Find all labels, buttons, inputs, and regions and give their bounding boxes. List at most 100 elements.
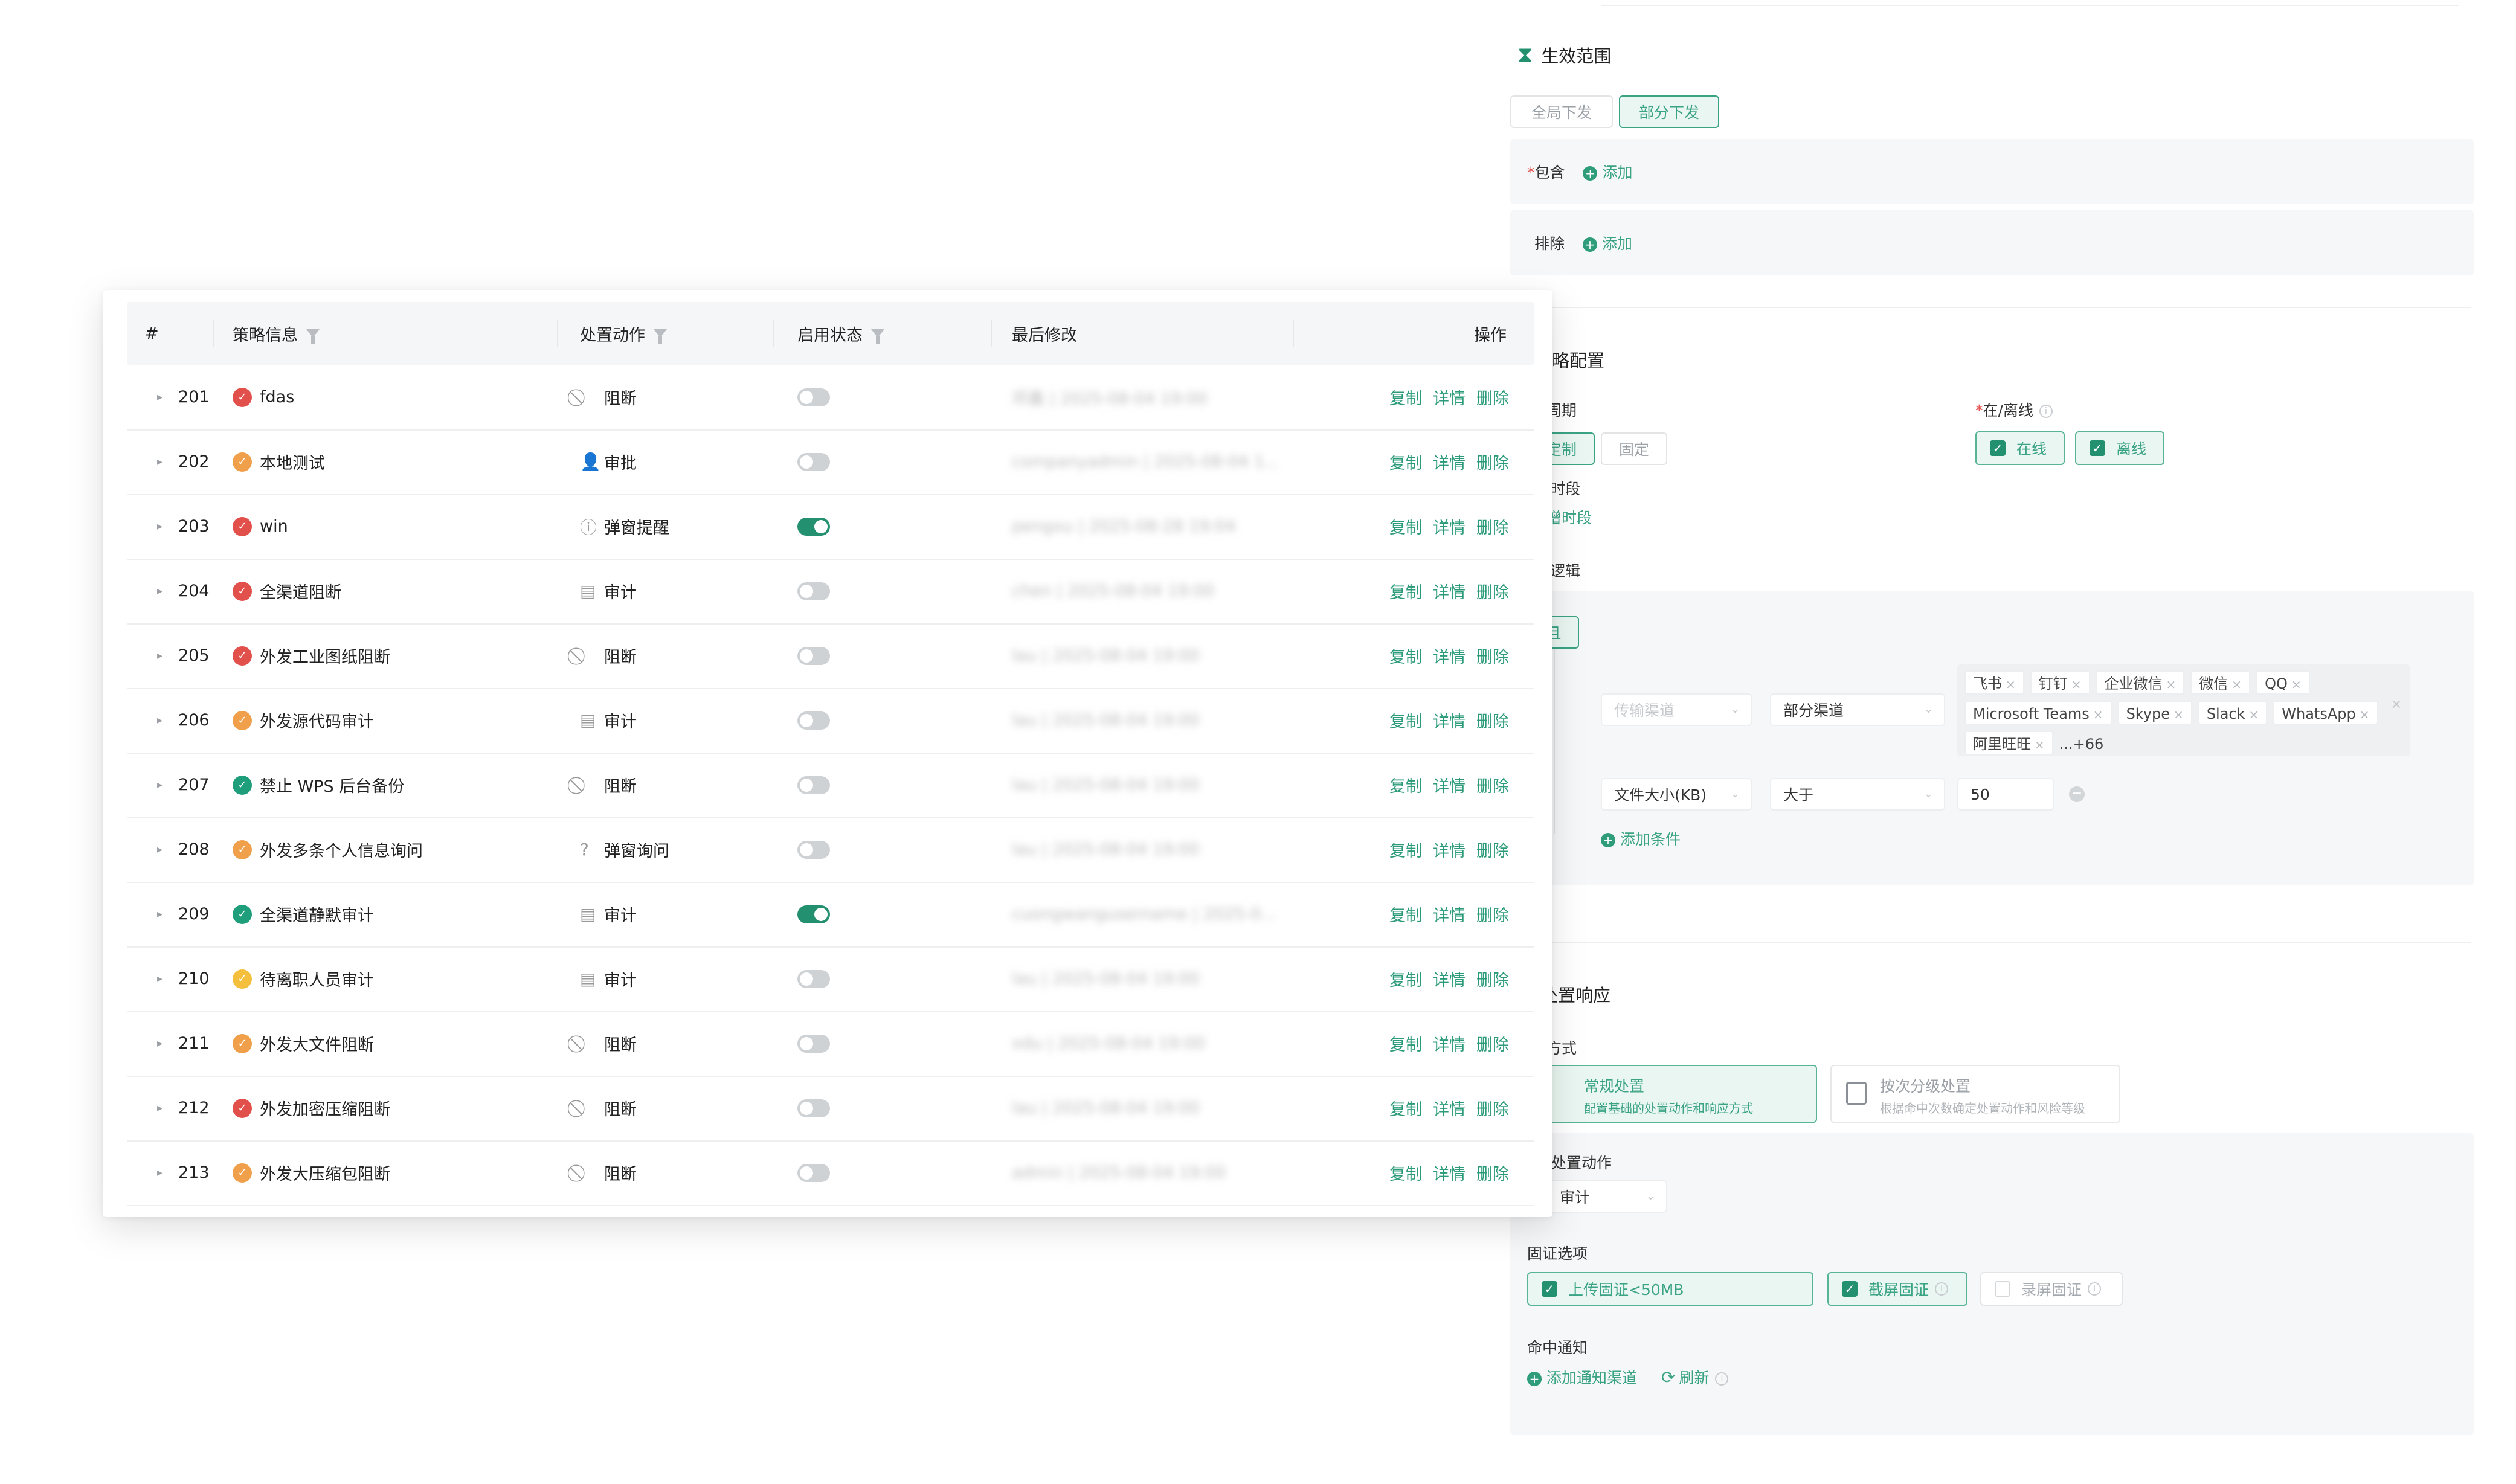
action-select[interactable]: 审计 ⌄ bbox=[1546, 1180, 1667, 1213]
filter-icon[interactable] bbox=[871, 329, 884, 344]
table-row[interactable]: ▸ 204 ✓ 全渠道阻断 ▤ 审计 chen | 2025-08-04 19:00 复制 详情… bbox=[127, 559, 1534, 625]
detail-link[interactable]: 详情 bbox=[1433, 644, 1466, 667]
channel-tag[interactable]: Skype × bbox=[2117, 701, 2192, 725]
channel-tags[interactable]: 飞书 × 钉钉 × 企业微信 × 微信 × QQ × Microsoft Teams × Skype × S… bbox=[1957, 664, 2410, 756]
copy-link[interactable]: 复制 bbox=[1389, 515, 1422, 538]
policy-name[interactable]: 外发多条个人信息询问 bbox=[260, 817, 423, 882]
detail-link[interactable]: 详情 bbox=[1433, 1161, 1466, 1184]
detail-link[interactable]: 详情 bbox=[1433, 708, 1466, 732]
enable-toggle[interactable] bbox=[797, 429, 830, 494]
method-card-normal[interactable]: 常规处置 配置基础的处置动作和响应方式 bbox=[1534, 1065, 1817, 1123]
policy-name[interactable]: 外发源代码审计 bbox=[260, 688, 374, 753]
channel-tag[interactable]: Microsoft Teams × bbox=[1964, 701, 2112, 725]
enable-toggle[interactable] bbox=[797, 494, 830, 559]
delete-link[interactable]: 删除 bbox=[1476, 385, 1509, 409]
include-add-button[interactable]: + 添加 bbox=[1583, 164, 1632, 181]
delete-link[interactable]: 删除 bbox=[1476, 644, 1509, 667]
table-row[interactable]: ▸ 208 ✓ 外发多条个人信息询问? 弹窗询问 lau | 2025-08-04 19:… bbox=[127, 817, 1534, 883]
policy-name[interactable]: win bbox=[260, 494, 288, 559]
expand-caret-icon[interactable]: ▸ bbox=[157, 753, 162, 817]
copy-link[interactable]: 复制 bbox=[1389, 644, 1422, 667]
delete-link[interactable]: 删除 bbox=[1476, 838, 1509, 861]
table-row[interactable]: ▸205✓外发工业图纸阻断⃠阻断lau | 2025-08-04 19:00复制… bbox=[127, 623, 1534, 689]
detail-link[interactable]: 详情 bbox=[1433, 838, 1466, 861]
enable-toggle[interactable] bbox=[797, 623, 830, 688]
table-row[interactable]: ▸211✓外发大文件阻断⃠阻断xdu | 2025-08-04 19:00复制详… bbox=[127, 1011, 1534, 1077]
channel-tag[interactable]: 企业微信 × bbox=[2096, 670, 2185, 695]
detail-link[interactable]: 详情 bbox=[1433, 450, 1466, 474]
enable-toggle[interactable] bbox=[797, 688, 830, 753]
more-tags-count[interactable]: ...+66 bbox=[2059, 736, 2104, 753]
channel-tag[interactable]: 阿里旺旺 × bbox=[1964, 731, 2053, 755]
expand-caret-icon[interactable]: ▸ bbox=[157, 494, 162, 559]
table-row[interactable]: ▸207✓禁止 WPS 后台备份⃠阻断lau | 2025-08-04 19:0… bbox=[127, 753, 1534, 818]
remove-condition-icon[interactable]: − bbox=[2069, 786, 2085, 802]
expand-caret-icon[interactable]: ▸ bbox=[157, 946, 162, 1011]
copy-link[interactable]: 复制 bbox=[1389, 1096, 1422, 1120]
close-icon[interactable]: × bbox=[2071, 677, 2082, 692]
online-checkbox[interactable]: ✓ 在线 bbox=[1975, 431, 2065, 465]
policy-name[interactable]: 外发加密压缩阻断 bbox=[260, 1076, 390, 1140]
enable-toggle[interactable] bbox=[797, 946, 830, 1011]
condition-operator-select[interactable]: 大于 ⌄ bbox=[1770, 778, 1945, 811]
detail-link[interactable]: 详情 bbox=[1433, 902, 1466, 926]
channel-tag[interactable]: WhatsApp × bbox=[2273, 701, 2378, 725]
detail-link[interactable]: 详情 bbox=[1433, 579, 1466, 603]
delete-link[interactable]: 删除 bbox=[1476, 579, 1509, 603]
detail-link[interactable]: 详情 bbox=[1433, 1032, 1466, 1055]
table-row[interactable]: ▸213✓外发大压缩包阻断⃠阻断admin | 2025-08-04 19:00… bbox=[127, 1140, 1534, 1206]
channel-tag[interactable]: 飞书 × bbox=[1964, 670, 2024, 695]
copy-link[interactable]: 复制 bbox=[1389, 450, 1422, 474]
table-row[interactable]: ▸ 206 ✓ 外发源代码审计 ▤ 审计 lau | 2025-08-04 19:00 复制详… bbox=[127, 688, 1534, 754]
refresh-button[interactable]: ⟳ 刷新 i bbox=[1661, 1366, 1729, 1388]
delete-link[interactable]: 删除 bbox=[1476, 515, 1509, 538]
delete-link[interactable]: 删除 bbox=[1476, 773, 1509, 797]
delete-link[interactable]: 删除 bbox=[1476, 902, 1509, 926]
copy-link[interactable]: 复制 bbox=[1389, 385, 1422, 409]
enable-toggle[interactable] bbox=[797, 1076, 830, 1140]
channel-tag[interactable]: Slack × bbox=[2198, 701, 2268, 725]
copy-link[interactable]: 复制 bbox=[1389, 902, 1422, 926]
expand-caret-icon[interactable]: ▸ bbox=[157, 559, 162, 623]
close-icon[interactable]: × bbox=[2006, 677, 2016, 692]
detail-link[interactable]: 详情 bbox=[1433, 385, 1466, 409]
policy-name[interactable]: 禁止 WPS 后台备份 bbox=[260, 753, 404, 817]
filter-icon[interactable] bbox=[654, 329, 667, 344]
close-icon[interactable]: × bbox=[2093, 707, 2103, 722]
clear-icon[interactable]: × bbox=[2391, 697, 2402, 712]
detail-link[interactable]: 详情 bbox=[1433, 773, 1466, 797]
header-action[interactable]: 处置动作 bbox=[580, 302, 667, 365]
close-icon[interactable]: × bbox=[2166, 677, 2177, 692]
copy-link[interactable]: 复制 bbox=[1389, 1161, 1422, 1184]
delete-link[interactable]: 删除 bbox=[1476, 1161, 1509, 1184]
evidence-screenshot-checkbox[interactable]: ✓ 截屏固证 i bbox=[1827, 1272, 1967, 1306]
copy-link[interactable]: 复制 bbox=[1389, 838, 1422, 861]
expand-caret-icon[interactable]: ▸ bbox=[157, 688, 162, 753]
condition-field-select[interactable]: 文件大小(KB) ⌄ bbox=[1601, 778, 1752, 811]
enable-toggle[interactable] bbox=[797, 817, 830, 882]
channel-tag[interactable]: 微信 × bbox=[2190, 670, 2251, 695]
expand-caret-icon[interactable]: ▸ bbox=[157, 1076, 162, 1140]
header-status[interactable]: 启用状态 bbox=[797, 302, 884, 365]
copy-link[interactable]: 复制 bbox=[1389, 773, 1422, 797]
enable-toggle[interactable] bbox=[797, 1140, 830, 1205]
condition-value-input[interactable]: 50 bbox=[1957, 778, 2054, 811]
detail-link[interactable]: 详情 bbox=[1433, 515, 1466, 538]
policy-name[interactable]: 待离职人员审计 bbox=[260, 946, 374, 1011]
table-row[interactable]: ▸ 202 ✓ 本地测试 👤 审批 companyadmin | 2025-08-04 1.… bbox=[127, 429, 1534, 495]
enable-toggle[interactable] bbox=[797, 559, 830, 623]
table-row[interactable]: ▸212✓外发加密压缩阻断⃠阻断lau | 2025-08-04 19:00复制… bbox=[127, 1076, 1534, 1142]
close-icon[interactable]: × bbox=[2249, 707, 2259, 722]
delete-link[interactable]: 删除 bbox=[1476, 450, 1509, 474]
exclude-add-button[interactable]: + 添加 bbox=[1582, 235, 1632, 252]
copy-link[interactable]: 复制 bbox=[1389, 708, 1422, 732]
table-row[interactable]: ▸ 210 ✓ 待离职人员审计 ▤ 审计 lau | 2025-08-04 19:00 复制详… bbox=[127, 946, 1534, 1012]
policy-name[interactable]: 本地测试 bbox=[260, 429, 325, 494]
channel-scope-select[interactable]: 部分渠道 ⌄ bbox=[1770, 693, 1945, 726]
close-icon[interactable]: × bbox=[2291, 677, 2302, 692]
enable-toggle[interactable] bbox=[797, 753, 830, 817]
close-icon[interactable]: × bbox=[2360, 707, 2370, 722]
close-icon[interactable]: × bbox=[2173, 707, 2184, 722]
delete-link[interactable]: 删除 bbox=[1476, 967, 1509, 991]
evidence-record-checkbox[interactable]: 录屏固证 i bbox=[1980, 1272, 2123, 1306]
